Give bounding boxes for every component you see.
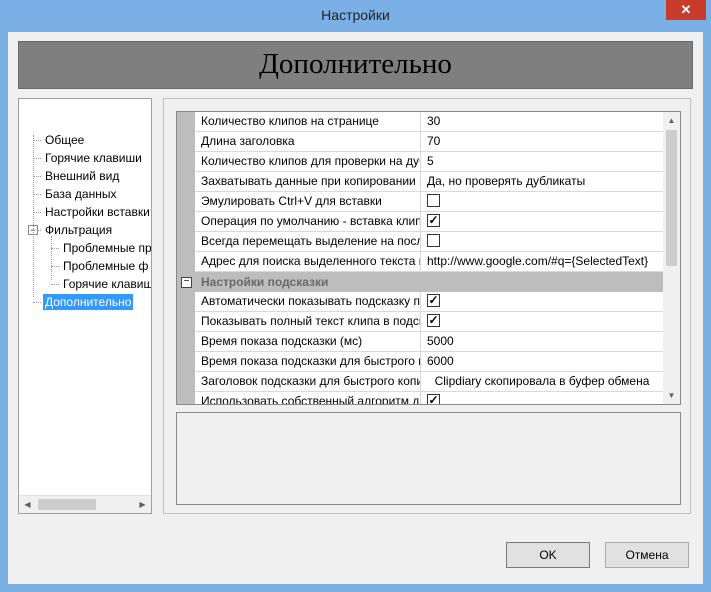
property-row[interactable]: Время показа подсказки (мс) 5000 xyxy=(195,332,663,352)
property-name: Показывать полный текст клипа в подсказк… xyxy=(195,312,421,331)
tree-connector xyxy=(33,176,41,177)
scroll-right-icon[interactable]: ▶ xyxy=(134,496,151,513)
property-value[interactable]: ✓ xyxy=(421,312,663,331)
tree-item[interactable]: Настройки вставки xyxy=(43,204,151,220)
property-value[interactable]: Да, но проверять дубликаты xyxy=(421,172,663,191)
page-title: Дополнительно xyxy=(259,48,452,80)
property-checkbox[interactable]: ✓ xyxy=(427,214,440,228)
property-checkbox[interactable]: ✓ xyxy=(427,294,440,308)
tree-scroll-thumb[interactable] xyxy=(38,499,96,510)
property-name: Длина заголовка xyxy=(195,132,421,151)
tree-connector xyxy=(51,284,59,285)
property-value[interactable] xyxy=(421,192,663,211)
property-grid-scroll-thumb[interactable] xyxy=(666,130,677,266)
property-value[interactable] xyxy=(421,232,663,251)
property-value[interactable]: ✓ xyxy=(421,292,663,311)
tree-item[interactable]: Дополнительно xyxy=(43,294,134,310)
tree-connector xyxy=(33,135,34,297)
property-checkbox[interactable]: ✓ xyxy=(427,394,440,404)
tree-horizontal-scrollbar[interactable]: ◀ ▶ xyxy=(19,495,151,513)
property-value[interactable]: 70 xyxy=(421,132,663,151)
window-title: Настройки xyxy=(321,7,390,23)
property-name: Эмулировать Ctrl+V для вставки xyxy=(195,192,421,211)
property-name: Всегда перемещать выделение на последний xyxy=(195,232,421,251)
property-row[interactable]: Использовать собственный алгоритм для ✓ xyxy=(195,392,663,404)
property-row[interactable]: Захватывать данные при копировании в Да, … xyxy=(195,172,663,192)
tree-item[interactable]: Внешний вид xyxy=(43,168,121,184)
tree-connector xyxy=(51,266,59,267)
property-grid-vertical-scrollbar[interactable]: ▲ ▼ xyxy=(663,112,680,404)
tree-item[interactable]: Горячие клавиш xyxy=(61,276,151,292)
property-name: Адрес для поиска выделенного текста в xyxy=(195,252,421,271)
property-row[interactable]: Всегда перемещать выделение на последний xyxy=(195,232,663,252)
tree-item[interactable]: Фильтрация xyxy=(43,222,114,238)
property-name: Время показа подсказки (мс) xyxy=(195,332,421,351)
close-button[interactable]: ✕ xyxy=(666,0,706,20)
tree-connector xyxy=(33,302,41,303)
property-name: Использовать собственный алгоритм для xyxy=(195,392,421,404)
scroll-down-icon[interactable]: ▼ xyxy=(663,387,680,404)
category-label: Настройки подсказки xyxy=(201,275,329,289)
cancel-button[interactable]: Отмена xyxy=(605,542,689,568)
property-row[interactable]: Количество клипов для проверки на дубли 5 xyxy=(195,152,663,172)
ok-button[interactable]: OK xyxy=(506,542,590,568)
property-name: Захватывать данные при копировании в xyxy=(195,172,421,191)
property-name: Время показа подсказки для быстрого копи… xyxy=(195,352,421,371)
title-bar[interactable]: Настройки ✕ xyxy=(0,0,711,32)
settings-category-tree[interactable]: ◀ ▶ Общее Горячие клавиши Внешний вид База … xyxy=(18,98,152,514)
tree-connector xyxy=(33,158,41,159)
category-collapse-icon[interactable]: − xyxy=(181,277,192,288)
property-name: Количество клипов на странице xyxy=(195,112,421,131)
property-checkbox[interactable] xyxy=(427,234,440,248)
property-name: Операция по умолчанию - вставка клипа xyxy=(195,212,421,231)
settings-window: Настройки ✕ Дополнительно ◀ ▶ Общее Горяч… xyxy=(0,0,711,592)
property-name: Заголовок подсказки для быстрого копиров… xyxy=(195,372,421,391)
close-icon: ✕ xyxy=(680,2,692,17)
property-checkbox[interactable]: ✓ xyxy=(427,314,440,328)
property-value[interactable]: ✓ xyxy=(421,392,663,404)
tree-connector xyxy=(33,212,41,213)
tree-item[interactable]: База данных xyxy=(43,186,118,202)
page-header: Дополнительно xyxy=(18,41,693,89)
property-checkbox[interactable] xyxy=(427,194,440,208)
property-category-row[interactable]: − Настройки подсказки xyxy=(177,272,663,292)
property-value[interactable]: http://www.google.com/#q={SelectedText} xyxy=(421,252,663,271)
tree-item[interactable]: Проблемные пр xyxy=(61,240,151,256)
property-name: Количество клипов для проверки на дубли xyxy=(195,152,421,171)
property-value[interactable]: 5000 xyxy=(421,332,663,351)
property-row[interactable]: Количество клипов на странице 30 xyxy=(195,112,663,132)
property-row[interactable]: Показывать полный текст клипа в подсказк… xyxy=(195,312,663,332)
settings-panel: Количество клипов на странице 30 Длина заг… xyxy=(163,98,691,514)
property-row[interactable]: Время показа подсказки для быстрого копи… xyxy=(195,352,663,372)
property-description-box xyxy=(176,412,681,505)
property-value[interactable]: 5 xyxy=(421,152,663,171)
tree-connector xyxy=(51,248,59,249)
property-value[interactable]: 30 xyxy=(421,112,663,131)
property-name: Автоматически показывать подсказку при xyxy=(195,292,421,311)
property-row[interactable]: Заголовок подсказки для быстрого копиров… xyxy=(195,372,663,392)
property-row[interactable]: Операция по умолчанию - вставка клипа ✓ xyxy=(195,212,663,232)
property-grid[interactable]: Количество клипов на странице 30 Длина заг… xyxy=(176,111,681,405)
property-value[interactable]: Clipdiary скопировала в буфер обмена xyxy=(421,372,663,391)
tree-connector xyxy=(33,194,41,195)
tree-connector xyxy=(51,236,52,280)
property-row[interactable]: Длина заголовка 70 xyxy=(195,132,663,152)
dialog-client-area: Дополнительно ◀ ▶ Общее Горячие клавиши Вн… xyxy=(8,32,703,584)
property-value[interactable]: 6000 xyxy=(421,352,663,371)
tree-item[interactable]: Проблемные ф xyxy=(61,258,150,274)
tree-item[interactable]: Общее xyxy=(43,132,86,148)
property-row[interactable]: Эмулировать Ctrl+V для вставки xyxy=(195,192,663,212)
property-value[interactable]: ✓ xyxy=(421,212,663,231)
property-row[interactable]: Автоматически показывать подсказку при ✓ xyxy=(195,292,663,312)
property-row[interactable]: Адрес для поиска выделенного текста в htt… xyxy=(195,252,663,272)
tree-connector xyxy=(33,140,41,141)
property-grid-gutter xyxy=(177,112,195,404)
scroll-up-icon[interactable]: ▲ xyxy=(663,112,680,129)
scroll-left-icon[interactable]: ◀ xyxy=(19,496,36,513)
tree-item[interactable]: Горячие клавиши xyxy=(43,150,144,166)
